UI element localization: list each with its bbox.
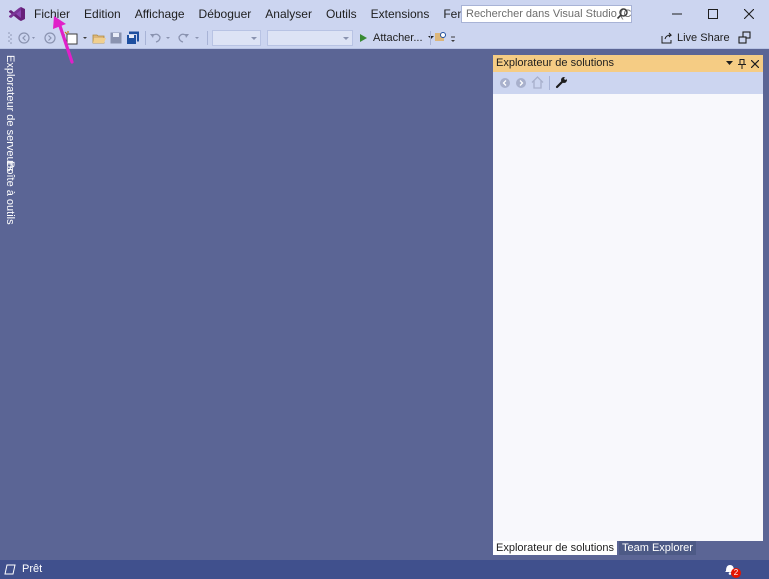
solution-explorer-title: Explorateur de solutions: [496, 57, 615, 69]
minimize-icon: [672, 13, 682, 15]
solution-explorer-header: Explorateur de solutions: [493, 55, 763, 72]
live-share-button[interactable]: Live Share: [661, 30, 730, 46]
solution-explorer-tab-strip: Explorateur de solutions Team Explorer: [493, 541, 763, 555]
back-arrow-icon: [18, 32, 35, 44]
menu-extensions[interactable]: Extensions: [364, 0, 437, 28]
side-tab-strip: Explorateur de serveurs Boîte à outils: [0, 49, 20, 560]
forward-button[interactable]: [41, 30, 59, 46]
save-all-icon: [126, 31, 139, 45]
solution-explorer-panel: Explorateur de solutions Explorateur de …: [493, 55, 763, 555]
close-button[interactable]: [731, 0, 767, 28]
close-icon: [744, 9, 754, 19]
status-bar: Prêt 2: [0, 560, 769, 579]
visual-studio-logo-icon: [9, 7, 25, 21]
toolbox-tab[interactable]: Boîte à outils: [3, 161, 17, 225]
account-icon: [738, 31, 751, 44]
maximize-button[interactable]: [695, 0, 731, 28]
home-icon[interactable]: [531, 76, 544, 89]
forward-arrow-icon[interactable]: [515, 77, 527, 89]
toolbar-separator: [549, 76, 550, 90]
account-feedback-button[interactable]: [737, 30, 753, 46]
maximize-icon: [708, 9, 718, 19]
new-project-icon: [63, 31, 87, 45]
solution-configuration-dropdown[interactable]: [212, 30, 261, 46]
live-share-label: Live Share: [677, 32, 730, 44]
status-text: Prêt: [22, 563, 43, 575]
title-bar: Fichier Edition Affichage Déboguer Analy…: [0, 0, 769, 28]
solution-explorer-tree[interactable]: [493, 94, 763, 541]
chevron-down-icon: [251, 37, 257, 40]
server-explorer-tab[interactable]: Explorateur de serveurs: [3, 55, 17, 172]
find-icon: [435, 32, 455, 42]
undo-button[interactable]: [149, 30, 173, 46]
toolbar-separator: [145, 31, 146, 45]
save-button[interactable]: [108, 30, 124, 46]
notification-count-badge: 2: [731, 568, 741, 578]
new-project-button[interactable]: [63, 30, 89, 46]
menu-analyser[interactable]: Analyser: [258, 0, 319, 28]
chevron-down-icon: [343, 37, 349, 40]
open-folder-button[interactable]: [91, 30, 107, 46]
undo-icon: [150, 33, 170, 43]
save-all-button[interactable]: [125, 30, 141, 46]
pin-icon[interactable]: [738, 58, 746, 69]
search-placeholder: Rechercher dans Visual Studio (Ctrl...: [466, 8, 632, 20]
attach-label: Attacher...: [373, 32, 423, 44]
back-arrow-icon[interactable]: [499, 77, 511, 89]
standard-toolbar: Attacher... Live Share: [0, 28, 769, 49]
wrench-icon[interactable]: [555, 76, 568, 89]
find-in-files-button[interactable]: [434, 30, 458, 46]
menu-deboguer[interactable]: Déboguer: [192, 0, 259, 28]
tab-team-explorer[interactable]: Team Explorer: [619, 541, 696, 555]
minimize-button[interactable]: [659, 0, 695, 28]
menu-fichier[interactable]: Fichier: [27, 0, 77, 28]
tab-solution-explorer[interactable]: Explorateur de solutions: [493, 541, 618, 555]
window-position-dropdown-icon[interactable]: [726, 61, 733, 66]
solution-explorer-toolbar: [493, 72, 763, 94]
back-button[interactable]: [17, 30, 39, 46]
menu-bar: Fichier Edition Affichage Déboguer Analy…: [27, 0, 530, 28]
redo-icon: [178, 33, 199, 43]
toolbar-separator: [207, 31, 208, 45]
menu-affichage[interactable]: Affichage: [128, 0, 192, 28]
toolbar-grip-icon[interactable]: [8, 31, 12, 45]
close-icon[interactable]: [751, 59, 759, 68]
search-box[interactable]: Rechercher dans Visual Studio (Ctrl...: [461, 5, 632, 23]
live-share-icon: [661, 32, 673, 44]
open-folder-icon: [92, 34, 106, 44]
forward-arrow-icon: [44, 32, 56, 44]
menu-outils[interactable]: Outils: [319, 0, 364, 28]
attach-button[interactable]: Attacher...: [358, 30, 434, 46]
toolbar-separator: [430, 31, 431, 45]
search-icon: [616, 8, 628, 20]
menu-edition[interactable]: Edition: [77, 0, 128, 28]
play-icon: [360, 34, 367, 42]
editor-area: [20, 49, 489, 560]
redo-button[interactable]: [177, 30, 203, 46]
save-icon: [110, 32, 122, 44]
status-window-icon: [4, 564, 16, 575]
solution-platform-dropdown[interactable]: [267, 30, 353, 46]
